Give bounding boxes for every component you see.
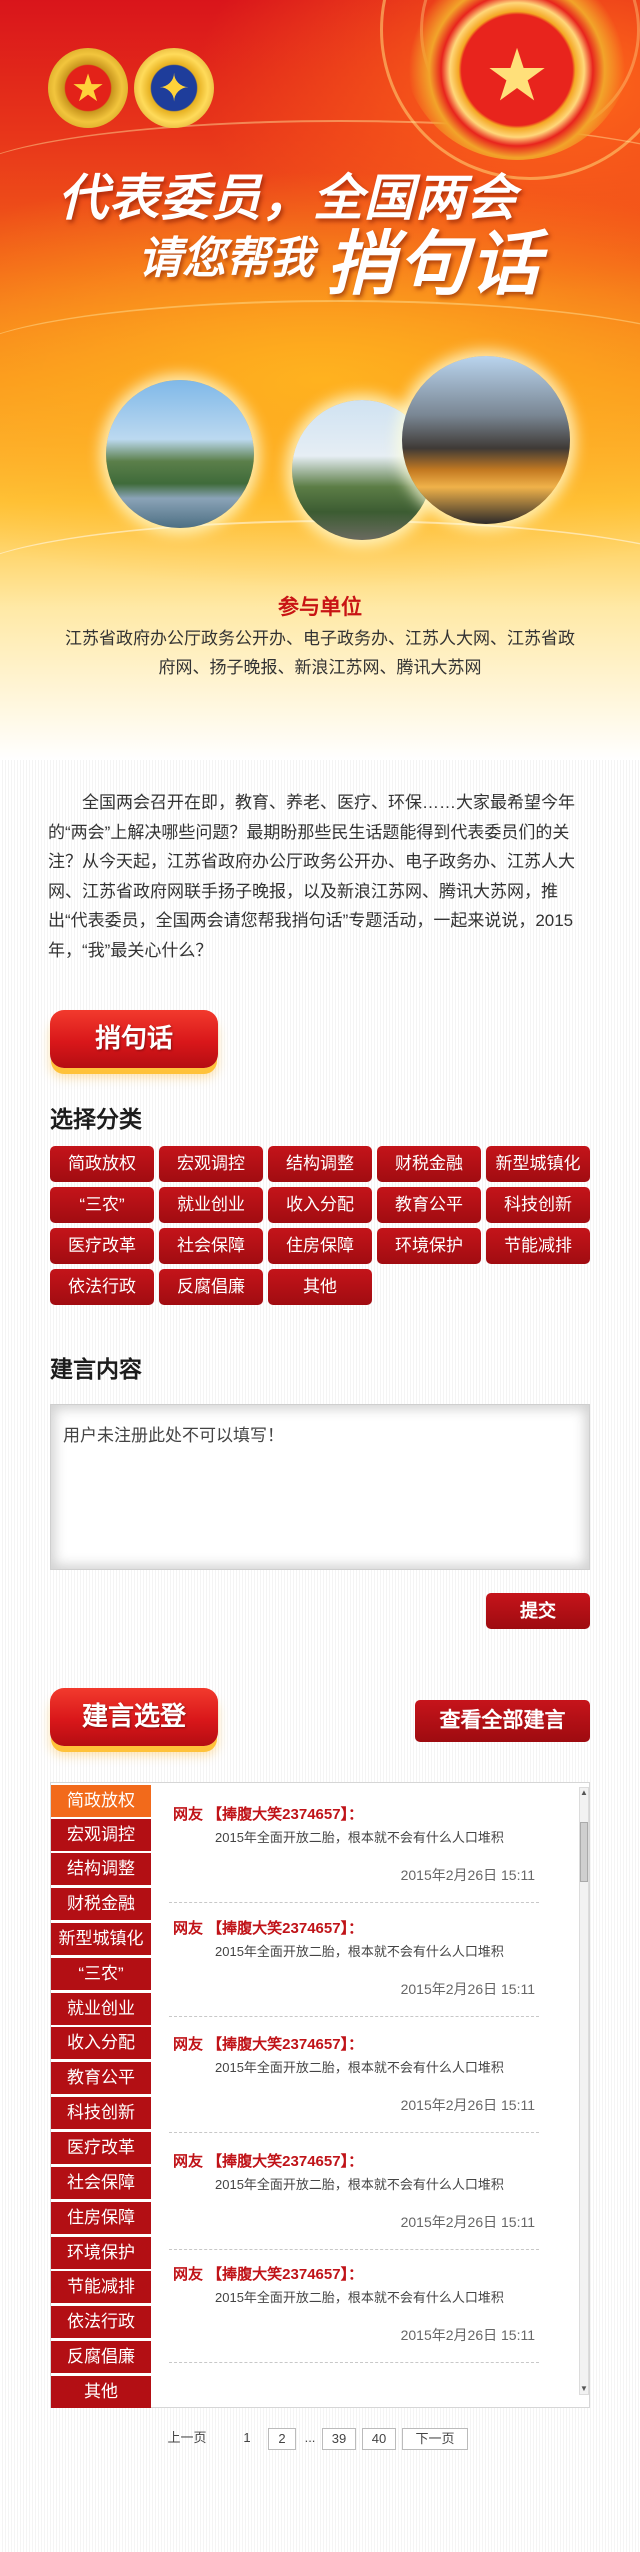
suggestion-item[interactable]: 网友 【捧腹大笑2374657】： 2015年全面开放二胎，根本就不会有什么人口… <box>169 2140 539 2250</box>
hero-title-line3: 捎句话 <box>326 225 542 303</box>
suggestion-item[interactable]: 网友 【捧腹大笑2374657】： 2015年全面开放二胎，根本就不会有什么人口… <box>169 1907 539 2017</box>
suggestion-body: 2015年全面开放二胎，根本就不会有什么人口堆积 <box>215 2060 504 2075</box>
cppcc-emblem-icon: ✦ <box>134 48 214 128</box>
category-button[interactable]: 其他 <box>268 1269 372 1305</box>
suggestion-body: 2015年全面开放二胎，根本就不会有什么人口堆积 <box>215 1830 504 1845</box>
category-button[interactable]: 收入分配 <box>268 1187 372 1223</box>
tab-category[interactable]: 依法行政 <box>51 2306 151 2338</box>
page-link[interactable]: 39 <box>322 2428 356 2450</box>
category-button[interactable]: 就业创业 <box>159 1187 263 1223</box>
message-section-pill: 捎句话 <box>50 1010 218 1068</box>
page-ellipsis: ... <box>304 2430 316 2445</box>
tab-category[interactable]: 社会保障 <box>51 2167 151 2199</box>
tab-category[interactable]: 就业创业 <box>51 1993 151 2025</box>
page-link-current[interactable]: 1 <box>236 2428 258 2450</box>
suggestion-body: 2015年全面开放二胎，根本就不会有什么人口堆积 <box>215 2177 504 2192</box>
bridge-lake-photo <box>106 380 254 528</box>
scroll-up-arrow-icon[interactable]: ▲ <box>580 1788 588 1798</box>
tab-category[interactable]: 简政放权 <box>51 1785 151 1817</box>
tab-category[interactable]: 住房保障 <box>51 2202 151 2234</box>
tab-category[interactable]: 收入分配 <box>51 2027 151 2059</box>
prev-page-link[interactable]: 上一页 <box>158 2428 216 2450</box>
suggestion-author: 网友 【捧腹大笑2374657】： <box>173 2266 364 2283</box>
category-button[interactable]: 节能减排 <box>486 1228 590 1264</box>
tab-category[interactable]: 反腐倡廉 <box>51 2341 151 2373</box>
suggestion-date: 2015年2月26日 15:11 <box>400 1981 535 1997</box>
suggestion-date: 2015年2月26日 15:11 <box>400 2097 535 2113</box>
suggestion-item[interactable]: 网友 【捧腹大笑2374657】： 2015年全面开放二胎，根本就不会有什么人口… <box>169 2253 539 2363</box>
suggestion-body: 2015年全面开放二胎，根本就不会有什么人口堆积 <box>215 2290 504 2305</box>
category-button[interactable]: 医疗改革 <box>50 1228 154 1264</box>
tab-category[interactable]: “三农” <box>51 1958 151 1990</box>
scroll-down-arrow-icon[interactable]: ▼ <box>580 2384 588 2394</box>
tab-category[interactable]: 宏观调控 <box>51 1819 151 1851</box>
national-emblem-icon: ★ <box>48 48 128 128</box>
category-button[interactable]: 结构调整 <box>268 1146 372 1182</box>
page-link[interactable]: 2 <box>268 2428 296 2450</box>
panel-scrollbar[interactable]: ▲ ▼ <box>579 1787 589 2395</box>
tab-category[interactable]: 新型城镇化 <box>51 1923 151 1955</box>
suggestion-textarea[interactable]: 用户未注册此处不可以填写！ <box>51 1405 589 1569</box>
hero-title-line2: 请您帮我 <box>138 234 314 283</box>
participating-units-text: 江苏省政府办公厅政务公开办、电子政务办、江苏人大网、江苏省政府网、扬子晚报、新浪… <box>65 629 575 677</box>
suggestion-author: 网友 【捧腹大笑2374657】： <box>173 2036 364 2053</box>
category-heading: 选择分类 <box>50 1106 142 1132</box>
next-page-link[interactable]: 下一页 <box>402 2428 468 2450</box>
suggestion-author: 网友 【捧腹大笑2374657】： <box>173 1920 364 1937</box>
decorative-swoosh <box>0 520 640 640</box>
category-button[interactable]: 新型城镇化 <box>486 1146 590 1182</box>
category-button[interactable]: 依法行政 <box>50 1269 154 1305</box>
suggestion-date: 2015年2月26日 15:11 <box>400 2327 535 2343</box>
category-button[interactable]: 教育公平 <box>377 1187 481 1223</box>
suggestion-body: 2015年全面开放二胎，根本就不会有什么人口堆积 <box>215 1944 504 1959</box>
category-button[interactable]: “三农” <box>50 1187 154 1223</box>
category-button[interactable]: 科技创新 <box>486 1187 590 1223</box>
pagination: 上一页 1 2 ... 39 40 下一页 <box>0 2428 640 2452</box>
category-button[interactable]: 社会保障 <box>159 1228 263 1264</box>
category-button[interactable]: 简政放权 <box>50 1146 154 1182</box>
suggestion-author: 网友 【捧腹大笑2374657】： <box>173 1806 364 1823</box>
submit-button[interactable]: 提交 <box>486 1593 590 1629</box>
suggestions-panel: 简政放权 宏观调控 结构调整 财税金融 新型城镇化 “三农” 就业创业 收入分配… <box>50 1782 590 2408</box>
canal-town-photo <box>402 356 570 524</box>
category-button[interactable]: 宏观调控 <box>159 1146 263 1182</box>
suggestion-date: 2015年2月26日 15:11 <box>400 2214 535 2230</box>
participating-units-title: 参与单位 <box>278 596 362 619</box>
page-link[interactable]: 40 <box>362 2428 396 2450</box>
tab-category[interactable]: 环境保护 <box>51 2237 151 2269</box>
hero-banner: ★ ✦ ★ 代表委员，全国两会 请您帮我 捎句话 参与单位 江苏省政府办公厅政务… <box>0 0 640 760</box>
tab-category[interactable]: 医疗改革 <box>51 2132 151 2164</box>
scroll-thumb[interactable] <box>580 1822 588 1882</box>
category-button[interactable]: 住房保障 <box>268 1228 372 1264</box>
tab-category[interactable]: 其他 <box>51 2376 151 2408</box>
intro-paragraph: 全国两会召开在即，教育、养老、医疗、环保……大家最希望今年的“两会”上解决哪些问… <box>48 793 575 960</box>
selection-section-pill: 建言选登 <box>50 1688 218 1746</box>
suggestion-author: 网友 【捧腹大笑2374657】： <box>173 2153 364 2170</box>
content-heading: 建言内容 <box>50 1356 142 1382</box>
suggestion-textarea-wrap: 用户未注册此处不可以填写！ <box>50 1404 590 1570</box>
tab-category[interactable]: 科技创新 <box>51 2097 151 2129</box>
tab-category[interactable]: 财税金融 <box>51 1888 151 1920</box>
view-all-suggestions-button[interactable]: 查看全部建言 <box>415 1700 590 1742</box>
category-button[interactable]: 财税金融 <box>377 1146 481 1182</box>
category-button[interactable]: 反腐倡廉 <box>159 1269 263 1305</box>
tab-category[interactable]: 结构调整 <box>51 1853 151 1885</box>
suggestion-item[interactable]: 网友 【捧腹大笑2374657】： 2015年全面开放二胎，根本就不会有什么人口… <box>169 2023 539 2133</box>
suggestion-date: 2015年2月26日 15:11 <box>400 1867 535 1883</box>
category-button[interactable]: 环境保护 <box>377 1228 481 1264</box>
suggestion-item[interactable]: 网友 【捧腹大笑2374657】： 2015年全面开放二胎，根本就不会有什么人口… <box>169 1793 539 1903</box>
tab-category[interactable]: 节能减排 <box>51 2271 151 2303</box>
tab-category[interactable]: 教育公平 <box>51 2062 151 2094</box>
